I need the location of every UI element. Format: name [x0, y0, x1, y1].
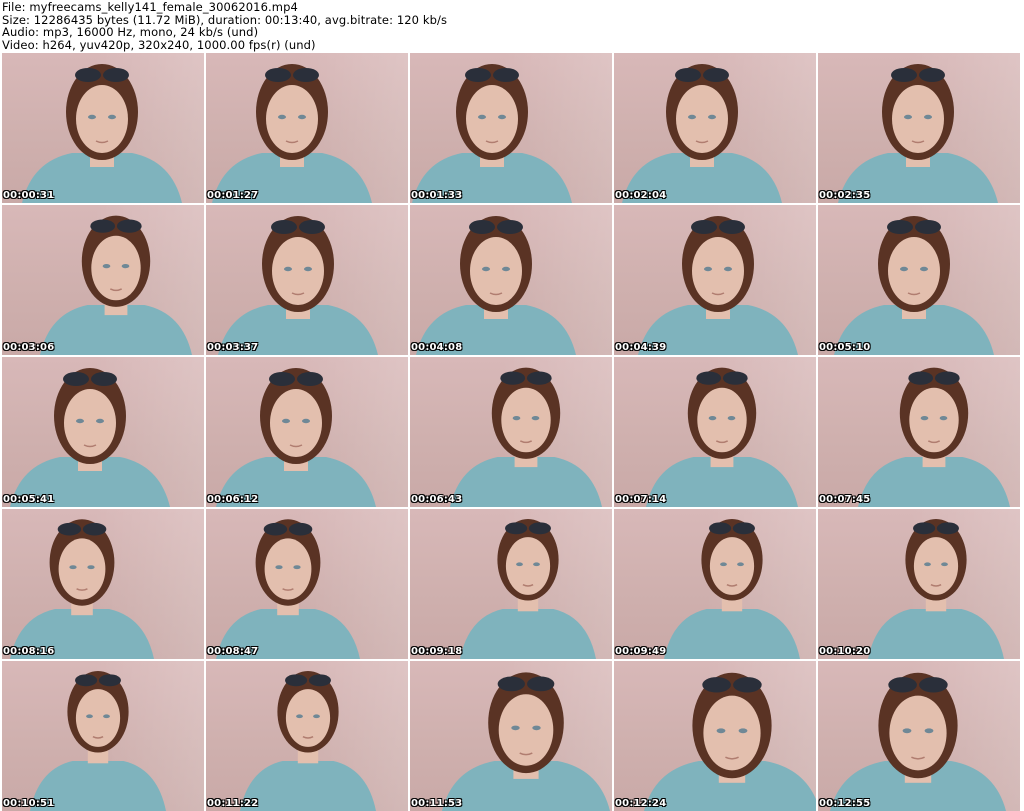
video-thumbnail: 00:12:55	[818, 661, 1020, 811]
webcam-frame-figure	[858, 367, 1010, 507]
video-thumbnail: 00:05:10	[818, 205, 1020, 355]
thumbnail-timestamp: 00:12:24	[615, 798, 667, 809]
webcam-frame-figure	[622, 64, 782, 203]
video-thumbnail: 00:08:47	[206, 509, 408, 659]
video-thumbnail: 00:10:20	[818, 509, 1020, 659]
video-thumbnail: 00:03:06	[2, 205, 204, 355]
thumbnail-timestamp: 00:02:35	[819, 190, 871, 201]
video-thumbnail: 00:06:12	[206, 357, 408, 507]
thumbnail-timestamp: 00:01:27	[207, 190, 259, 201]
thumbnail-timestamp: 00:05:41	[3, 494, 55, 505]
webcam-frame-figure	[450, 367, 602, 507]
thumbnail-timestamp: 00:04:08	[411, 342, 463, 353]
webcam-frame-figure	[416, 216, 576, 355]
video-thumbnail: 00:11:53	[410, 661, 612, 811]
video-thumbnail: 00:04:39	[614, 205, 816, 355]
thumbnail-timestamp: 00:10:20	[819, 646, 871, 657]
thumbnail-timestamp: 00:05:10	[819, 342, 871, 353]
webcam-frame-figure	[30, 670, 166, 811]
webcam-frame-figure	[646, 367, 798, 507]
webcam-frame-figure	[834, 216, 994, 355]
file-info-header: File: myfreecams_kelly141_female_3006201…	[2, 1, 447, 51]
webcam-frame-figure	[830, 672, 1006, 811]
webcam-frame-figure	[10, 519, 154, 659]
webcam-frame-figure	[212, 64, 372, 203]
webcam-frame-figure	[216, 519, 360, 659]
thumbnail-timestamp: 00:09:18	[411, 646, 463, 657]
video-info-line: Video: h264, yuv420p, 320x240, 1000.00 f…	[2, 37, 316, 52]
webcam-frame-figure	[638, 216, 798, 355]
thumbnail-timestamp: 00:08:47	[207, 646, 259, 657]
video-thumbnail: 00:10:51	[2, 661, 204, 811]
video-thumbnail: 00:03:37	[206, 205, 408, 355]
webcam-frame-figure	[460, 518, 596, 659]
webcam-frame-figure	[664, 518, 800, 659]
thumbnail-timestamp: 00:03:06	[3, 342, 55, 353]
thumbnail-timestamp: 00:10:51	[3, 798, 55, 809]
video-thumbnail: 00:02:35	[818, 53, 1020, 203]
video-thumbnail: 00:09:18	[410, 509, 612, 659]
thumbnail-timestamp: 00:12:55	[819, 798, 871, 809]
webcam-frame-figure	[442, 672, 610, 811]
webcam-frame-figure	[22, 64, 182, 203]
webcam-frame-figure	[868, 518, 1004, 659]
thumbnail-timestamp: 00:09:49	[615, 646, 667, 657]
video-thumbnail: 00:05:41	[2, 357, 204, 507]
video-thumbnail: 00:12:24	[614, 661, 816, 811]
thumbnail-timestamp: 00:02:04	[615, 190, 667, 201]
video-thumbnail: 00:00:31	[2, 53, 204, 203]
video-thumbnail: 00:01:33	[410, 53, 612, 203]
thumbnail-timestamp: 00:07:14	[615, 494, 667, 505]
webcam-frame-figure	[412, 64, 572, 203]
thumbnail-timestamp: 00:04:39	[615, 342, 667, 353]
thumbnail-timestamp: 00:06:43	[411, 494, 463, 505]
webcam-frame-figure	[838, 64, 998, 203]
thumbnail-timestamp: 00:00:31	[3, 190, 55, 201]
video-thumbnail: 00:07:14	[614, 357, 816, 507]
webcam-frame-figure	[240, 670, 376, 811]
thumbnail-timestamp: 00:11:22	[207, 798, 259, 809]
thumbnail-timestamp: 00:03:37	[207, 342, 259, 353]
video-thumbnail: 00:02:04	[614, 53, 816, 203]
webcam-frame-figure	[10, 368, 170, 507]
thumbnail-timestamp: 00:11:53	[411, 798, 463, 809]
audio-info-line: Audio: mp3, 16000 Hz, mono, 24 kb/s (und…	[2, 25, 259, 40]
webcam-frame-figure	[216, 368, 376, 507]
webcam-frame-figure	[40, 215, 192, 355]
thumbnail-timestamp: 00:08:16	[3, 646, 55, 657]
thumbnail-timestamp: 00:01:33	[411, 190, 463, 201]
webcam-frame-figure	[218, 216, 378, 355]
thumbnail-timestamp: 00:06:12	[207, 494, 259, 505]
video-thumbnail: 00:08:16	[2, 509, 204, 659]
file-name-line: File: myfreecams_kelly141_female_3006201…	[2, 0, 298, 14]
webcam-frame-figure	[644, 672, 816, 811]
video-thumbnail: 00:07:45	[818, 357, 1020, 507]
video-thumbnail: 00:06:43	[410, 357, 612, 507]
video-thumbnail: 00:09:49	[614, 509, 816, 659]
video-thumbnail: 00:01:27	[206, 53, 408, 203]
video-thumbnail: 00:04:08	[410, 205, 612, 355]
thumbnail-timestamp: 00:07:45	[819, 494, 871, 505]
video-thumbnail: 00:11:22	[206, 661, 408, 811]
